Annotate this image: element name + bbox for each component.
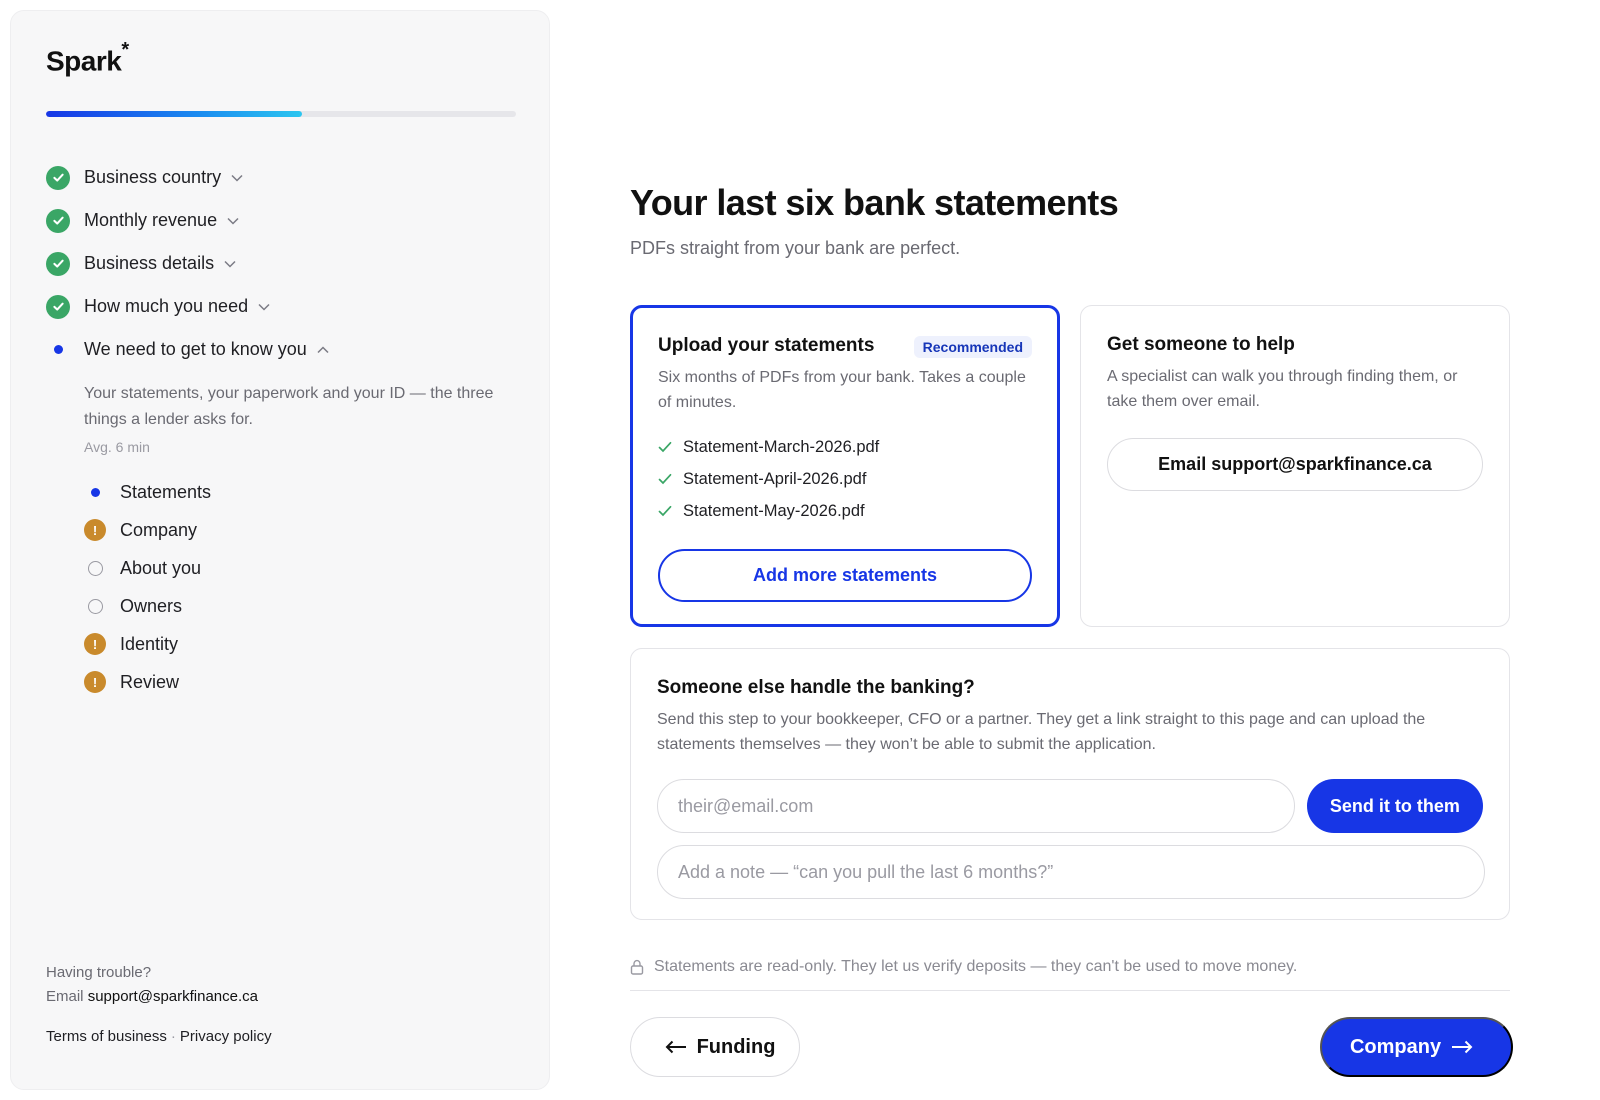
step-get-to-know-you[interactable]: We need to get to know you — [46, 328, 526, 371]
substep-label: Identity — [120, 633, 179, 654]
legal-links: Terms of business · Privacy policy — [46, 1028, 272, 1045]
step-how-much-you-need[interactable]: How much you need — [46, 285, 526, 328]
substep-label: Owners — [120, 595, 183, 616]
empty-circle-icon — [84, 557, 106, 579]
help-card-description: A specialist can walk you through findin… — [1107, 368, 1458, 410]
current-step-description: Your statements, your paperwork and your… — [84, 385, 494, 428]
substep-identity[interactable]: ! Identity — [84, 625, 526, 663]
checkmark-icon — [658, 441, 674, 453]
substep-statements[interactable]: Statements — [84, 473, 526, 511]
empty-circle-icon — [84, 595, 106, 617]
substep-company[interactable]: ! Company — [84, 511, 526, 549]
handoff-card-title: Someone else handle the banking? — [657, 677, 975, 698]
check-circle-icon — [46, 294, 70, 319]
page-subtitle: PDFs straight from your bank are perfect… — [630, 238, 961, 258]
add-more-statements-button[interactable]: Add more statements — [658, 549, 1032, 602]
terms-link[interactable]: Terms of business — [46, 1028, 167, 1045]
checkmark-icon — [658, 505, 674, 517]
warning-icon: ! — [84, 519, 106, 541]
upload-statements-card[interactable]: Upload your statements Recommended Six m… — [630, 305, 1060, 627]
chevron-down-icon[interactable] — [227, 217, 239, 225]
substep-label: Company — [120, 519, 198, 540]
security-note-text: Statements are read-only. They let us ve… — [654, 958, 1298, 975]
substep-owners[interactable]: Owners — [84, 587, 526, 625]
warning-icon: ! — [84, 671, 106, 693]
file-name: Statement-April-2026.pdf — [683, 469, 867, 488]
check-circle-icon — [46, 208, 70, 233]
step-business-country[interactable]: Business country — [46, 156, 526, 199]
recommended-badge: Recommended — [913, 336, 1032, 358]
get-help-card[interactable]: Get someone to help A specialist can wal… — [1080, 305, 1510, 627]
uploaded-file: Statement-March-2026.pdf — [658, 431, 1032, 463]
progress-bar — [46, 111, 516, 117]
substep-label: Review — [120, 671, 180, 692]
handoff-card-description: Send this step to your bookkeeper, CFO o… — [657, 711, 1426, 753]
uploaded-file: Statement-May-2026.pdf — [658, 495, 1032, 527]
footer-divider — [630, 990, 1510, 991]
substep-about-you[interactable]: About you — [84, 549, 526, 587]
step-label: How much you need — [84, 296, 249, 316]
privacy-link[interactable]: Privacy policy — [180, 1028, 272, 1045]
arrow-left-icon — [665, 1040, 687, 1054]
back-button-label: Funding — [696, 1035, 776, 1058]
progress-bar-fill — [46, 111, 303, 117]
check-circle-icon — [46, 165, 70, 190]
file-name: Statement-March-2026.pdf — [683, 437, 880, 456]
chevron-down-icon[interactable] — [231, 174, 243, 182]
current-dot-icon — [84, 481, 106, 503]
chevron-up-icon[interactable] — [317, 345, 329, 354]
step-list: Business country Monthly revenue Busines… — [46, 156, 526, 701]
delegate-email-input[interactable]: their@email.com — [657, 779, 1295, 833]
substep-list: Statements ! Company About you Owners ! … — [84, 473, 526, 701]
substep-review[interactable]: ! Review — [84, 663, 526, 701]
page-title: Your last six bank statements — [630, 182, 1119, 223]
chevron-down-icon[interactable] — [258, 303, 270, 311]
step-monthly-revenue[interactable]: Monthly revenue — [46, 199, 526, 242]
warning-icon: ! — [84, 633, 106, 655]
delegate-note-input[interactable]: Add a note — “can you pull the last 6 mo… — [657, 845, 1485, 899]
help-question: Having trouble? — [46, 964, 152, 981]
security-note: Statements are read-only. They let us ve… — [630, 958, 1297, 976]
send-it-to-them-button[interactable]: Send it to them — [1306, 779, 1483, 833]
step-label: Business country — [84, 167, 222, 187]
step-label: We need to get to know you — [84, 339, 307, 359]
upload-card-description: Six months of PDFs from your bank. Takes… — [658, 369, 1026, 411]
help-section: Having trouble? Email support@sparkfinan… — [46, 961, 258, 1009]
arrow-right-icon — [1451, 1040, 1473, 1054]
uploaded-file: Statement-April-2026.pdf — [658, 463, 1032, 495]
uploaded-file-list: Statement-March-2026.pdf Statement-April… — [658, 431, 1032, 527]
next-button-label: Company — [1349, 1035, 1442, 1058]
support-email-link[interactable]: support@sparkfinance.ca — [88, 988, 258, 1005]
file-name: Statement-May-2026.pdf — [683, 501, 865, 520]
current-step-indicator — [46, 338, 70, 362]
handoff-card: Someone else handle the banking? Send th… — [630, 648, 1510, 920]
legal-separator: · — [170, 1028, 176, 1045]
step-label: Business details — [84, 253, 215, 273]
substep-label: Statements — [120, 481, 212, 502]
sidebar: Spark* Business country Monthly revenue … — [10, 10, 550, 1090]
back-funding-button[interactable]: Funding — [630, 1017, 800, 1077]
help-card-title: Get someone to help — [1107, 334, 1295, 355]
email-support-button[interactable]: Email support@sparkfinance.ca — [1107, 438, 1483, 491]
substep-label: About you — [120, 557, 202, 578]
next-company-button[interactable]: Company — [1320, 1017, 1513, 1077]
checkmark-icon — [658, 473, 674, 485]
step-label: Monthly revenue — [84, 210, 218, 230]
step-business-details[interactable]: Business details — [46, 242, 526, 285]
chevron-down-icon[interactable] — [224, 260, 236, 268]
help-email-prefix: Email — [46, 988, 84, 1005]
check-circle-icon — [46, 251, 70, 276]
current-step-duration: Avg. 6 min — [84, 439, 150, 455]
lock-icon — [630, 959, 644, 975]
brand-logo[interactable]: Spark* — [46, 39, 129, 77]
